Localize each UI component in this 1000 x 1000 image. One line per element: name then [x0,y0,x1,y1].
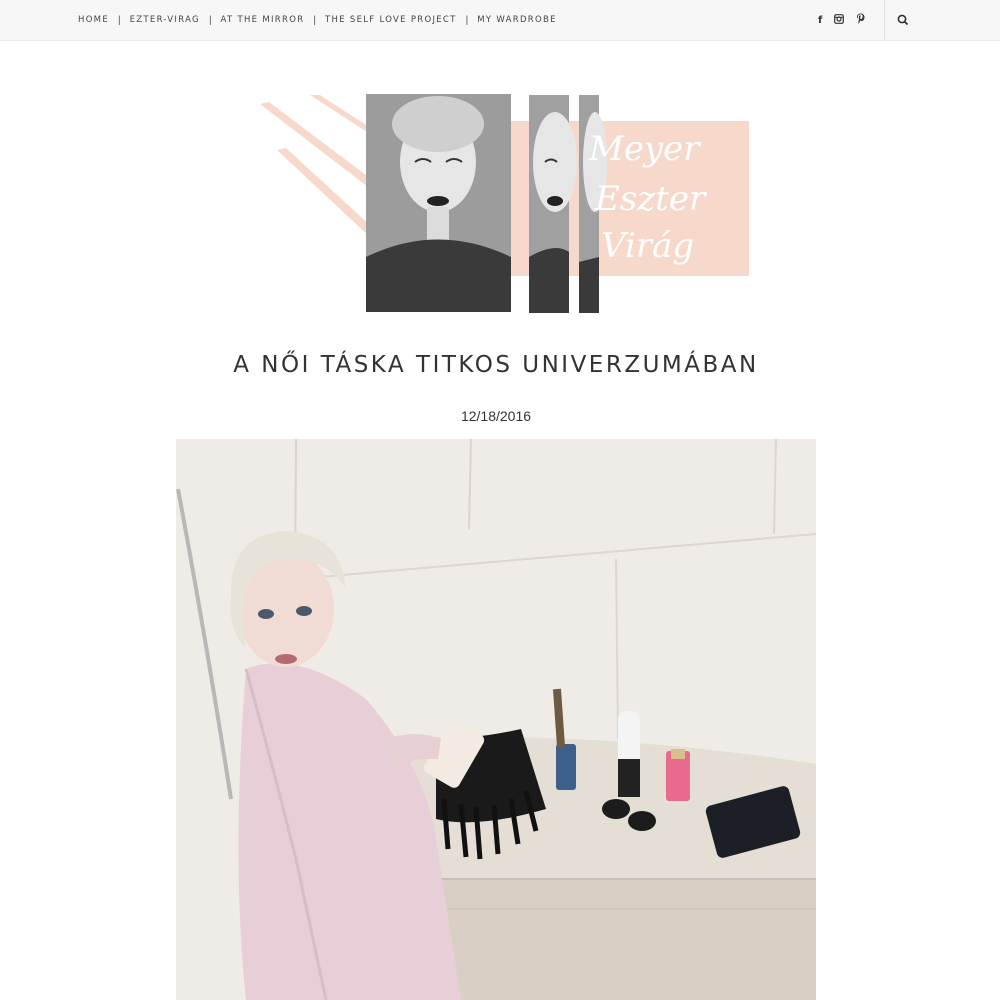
nav-item-self-love-project[interactable]: THE SELF LOVE PROJECT [325,15,457,25]
nav-separator: | [313,14,317,26]
post-title[interactable]: A NŐI TÁSKA TITKOS UNIVERZUMÁBAN [0,352,992,378]
logo-script-line-2: Eszter [594,179,707,219]
top-bar: HOME | EZTER-VIRAG | AT THE MIRROR | THE… [0,0,1000,41]
featured-photo[interactable] [176,439,816,1000]
post-date: 12/18/2016 [460,408,532,424]
nav-item-home[interactable]: HOME [78,15,109,25]
nav-separator: | [118,14,121,26]
pinterest-icon[interactable] [856,13,865,27]
instagram-icon[interactable] [834,13,845,27]
main-nav: HOME | EZTER-VIRAG | AT THE MIRROR | THE… [78,0,557,40]
nav-item-at-the-mirror[interactable]: AT THE MIRROR [221,15,305,25]
topbar-divider [884,0,885,40]
logo-script-line-3: Virág [601,226,694,266]
nav-item-ezter-virag[interactable]: EZTER-VIRAG [130,15,200,25]
logo-script-line-1: Meyer [588,129,701,169]
site-logo[interactable]: Meyer Eszter Virág [255,92,755,317]
search-icon[interactable] [895,12,911,28]
social-links: f [818,0,865,40]
facebook-icon[interactable]: f [818,15,822,26]
nav-separator: | [208,14,212,26]
nav-item-my-wardrobe[interactable]: MY WARDROBE [477,15,557,25]
nav-separator: | [465,14,469,26]
